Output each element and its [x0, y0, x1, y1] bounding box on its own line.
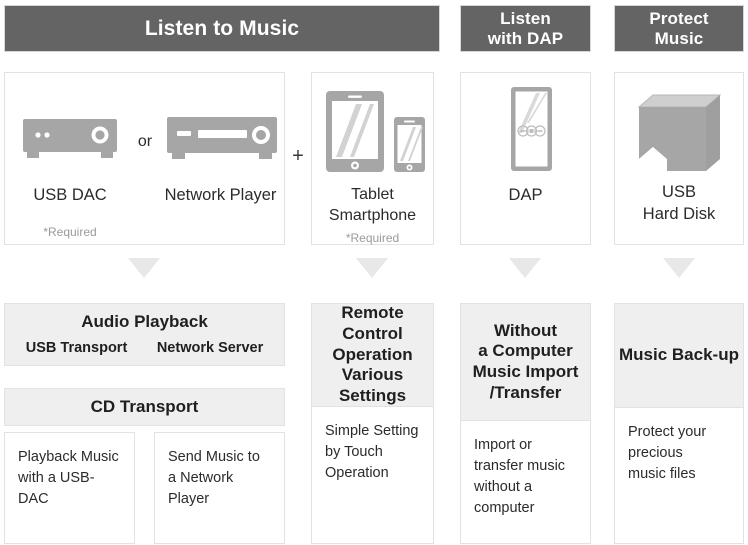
- connector-plus: +: [292, 145, 304, 167]
- card-dap: DAP: [460, 72, 591, 245]
- dap-icon: [511, 87, 552, 171]
- device-usb-dac-note: *Required: [43, 225, 97, 239]
- function-remote-control-title: Remote Control Operation Various Setting…: [332, 303, 413, 406]
- usb-hard-disk-icon: [637, 94, 722, 171]
- function-music-backup-title: Music Back-up: [619, 345, 739, 365]
- function-audio-playback-item-network-server: Network Server: [156, 339, 264, 356]
- function-audio-playback-title: Audio Playback: [81, 311, 208, 331]
- tablet-smartphone-icon: [326, 91, 425, 172]
- arrow-down-hdd: [663, 258, 695, 278]
- header-listen-with-dap-label: Listen with DAP: [487, 9, 564, 48]
- arrow-down-dap: [509, 258, 541, 278]
- connector-or: or: [137, 133, 153, 150]
- diagram-root: Listen to Music Listen with DAP Protect …: [0, 0, 748, 545]
- function-without-computer-title: Without a Computer Music Import /Transfe…: [472, 320, 579, 402]
- header-protect-music-label: Protect Music: [649, 9, 709, 48]
- device-dap-label: DAP: [508, 186, 543, 204]
- function-audio-playback: Audio Playback USB Transport Network Ser…: [4, 303, 285, 366]
- function-remote-control: Remote Control Operation Various Setting…: [311, 303, 434, 407]
- description-import-transfer: Import or transfer music without a compu…: [460, 420, 591, 544]
- device-tablet-note: *Required: [345, 231, 400, 245]
- header-listen-to-music-label: Listen to Music: [144, 16, 300, 40]
- device-usb-dac: USB DAC *Required: [5, 73, 135, 244]
- header-listen-with-dap: Listen with DAP: [460, 5, 591, 52]
- device-usb-dac-label: USB DAC: [33, 186, 107, 204]
- function-without-computer: Without a Computer Music Import /Transfe…: [460, 303, 591, 421]
- description-playback-usb-dac: Playback Music with a USB-DAC: [4, 432, 135, 544]
- description-simple-setting: Simple Setting by Touch Operation: [311, 406, 434, 544]
- function-cd-transport: CD Transport: [4, 388, 285, 426]
- description-protect-files: Protect your precious music files: [614, 407, 744, 544]
- device-network-player-label: Network Player: [164, 186, 277, 204]
- device-network-player: Network Player: [155, 73, 286, 244]
- header-listen-to-music: Listen to Music: [4, 5, 440, 52]
- device-hard-disk-label: USB Hard Disk: [642, 183, 716, 224]
- device-tablet-label: Tablet Smartphone: [328, 186, 417, 224]
- card-usb-dac-network-player: USB DAC *Required or Network Player: [4, 72, 285, 245]
- card-usb-hard-disk: USB Hard Disk: [614, 72, 744, 245]
- arrow-down-tablet: [356, 258, 388, 278]
- function-music-backup: Music Back-up: [614, 303, 744, 408]
- description-send-network-player: Send Music to a Network Player: [154, 432, 285, 544]
- arrow-down-listen: [128, 258, 160, 278]
- header-protect-music: Protect Music: [614, 5, 744, 52]
- card-tablet-smartphone: Tablet Smartphone *Required: [311, 72, 434, 245]
- usb-dac-icon: [23, 119, 117, 158]
- function-audio-playback-item-usb-transport: USB Transport: [25, 339, 128, 356]
- function-cd-transport-title: CD Transport: [90, 396, 199, 416]
- network-player-icon: [167, 117, 277, 159]
